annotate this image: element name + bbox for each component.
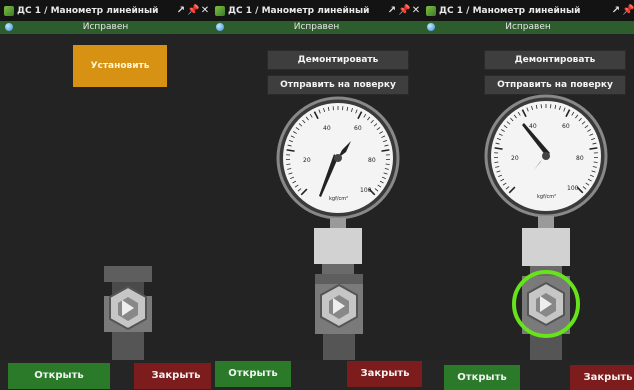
gauge-label-20: 20: [511, 155, 519, 162]
gauge-label-60: 60: [562, 123, 570, 130]
close-button[interactable]: Закрыть: [347, 361, 422, 387]
gauge-label-100: 100: [567, 185, 579, 192]
gauge-label-40: 40: [323, 125, 331, 132]
bottom-bar: Открыть Закрыть: [422, 360, 634, 390]
gauge-assembly: 20 40 60 80 100 kgf/cm²: [484, 94, 608, 360]
valve-handwheel-icon[interactable]: [109, 285, 147, 331]
gauge-label-40: 40: [529, 123, 537, 130]
valve-handwheel-icon[interactable]: [527, 281, 565, 327]
close-button[interactable]: Закрыть: [134, 363, 211, 389]
gauge-label-80: 80: [576, 155, 584, 162]
close-button[interactable]: Закрыть: [570, 365, 634, 390]
panel-1: ДС 1 / Манометр линейный ↗ 📌 ✕ Исправен …: [0, 0, 211, 390]
gauge-label-80: 80: [368, 157, 376, 164]
pressure-gauge: 20 40 60 80 100 kgf/cm²: [484, 94, 608, 218]
bottom-bar: Открыть Закрыть: [0, 360, 211, 390]
open-button[interactable]: Открыть: [8, 363, 110, 389]
bottom-bar: Открыть Закрыть: [211, 360, 422, 390]
valve-handwheel-icon[interactable]: [320, 283, 358, 329]
gauge-label-60: 60: [354, 125, 362, 132]
pressure-gauge: 20 40 60 80 100 kgf/cm²: [276, 96, 400, 220]
panel-2: ДС 1 / Манометр линейный ↗ 📌 ✕ Исправен …: [211, 0, 422, 390]
panel-3: ДС 1 / Манометр линейный ↗ 📌 Исправен Де…: [422, 0, 634, 390]
gauge-label-20: 20: [303, 157, 311, 164]
gauge-assembly: 20 40 60 80 100 kgf/cm²: [276, 96, 400, 360]
open-button[interactable]: Открыть: [215, 361, 291, 387]
gauge-unit: kgf/cm²: [537, 194, 556, 200]
gauge-unit: kgf/cm²: [329, 196, 348, 202]
open-button[interactable]: Открыть: [444, 365, 520, 390]
gauge-label-100: 100: [360, 187, 372, 194]
valve-assembly: [104, 266, 152, 360]
